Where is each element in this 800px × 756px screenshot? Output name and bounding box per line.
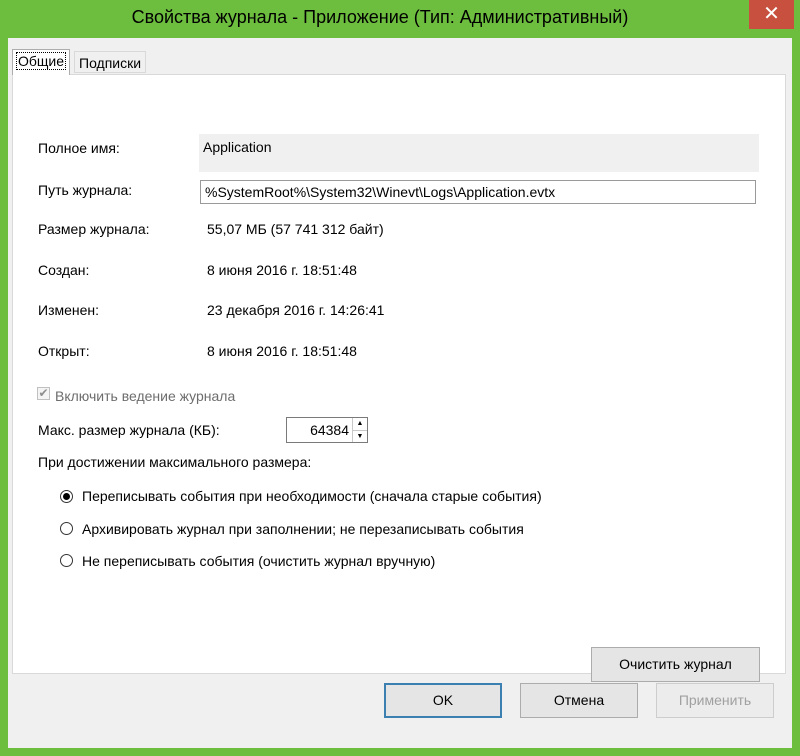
radio-do-not-overwrite[interactable] — [60, 554, 73, 567]
log-path-label: Путь журнала: — [38, 182, 133, 198]
created-label: Создан: — [38, 262, 90, 278]
log-size-label: Размер журнала: — [38, 221, 150, 237]
title-bar[interactable]: Свойства журнала - Приложение (Тип: Адми… — [0, 0, 800, 38]
radio-overwrite[interactable] — [60, 490, 73, 503]
radio-selected-dot — [63, 493, 70, 500]
enable-logging-checkbox[interactable]: ✔ — [37, 387, 50, 400]
spinner-down-icon[interactable]: ▼ — [353, 430, 367, 442]
tab-panel-general: Полное имя: Application Путь журнала: %S… — [12, 74, 786, 682]
full-name-value-box: Application — [199, 134, 759, 172]
opened-value: 8 июня 2016 г. 18:51:48 — [207, 343, 357, 359]
tab-general[interactable]: Общие — [12, 49, 71, 75]
window-title: Свойства журнала - Приложение (Тип: Адми… — [131, 7, 629, 27]
radio-overwrite-label[interactable]: Переписывать события при необходимости (… — [82, 488, 542, 504]
max-size-value: 64384 — [310, 422, 349, 438]
spinner-up-icon[interactable]: ▲ — [353, 418, 367, 430]
tab-subscriptions[interactable]: Подписки — [74, 51, 147, 73]
clear-log-button[interactable]: Очистить журнал — [591, 647, 760, 682]
enable-logging-label: Включить ведение журнала — [55, 388, 236, 404]
modified-value: 23 декабря 2016 г. 14:26:41 — [207, 302, 385, 318]
checkmark-icon: ✔ — [38, 386, 49, 400]
spinner-arrows: ▲ ▼ — [352, 418, 367, 442]
radio-do-not-overwrite-label[interactable]: Не переписывать события (очистить журнал… — [82, 553, 435, 569]
apply-button[interactable]: Применить — [656, 683, 774, 718]
created-value: 8 июня 2016 г. 18:51:48 — [207, 262, 357, 278]
log-path-field[interactable]: %SystemRoot%\System32\Winevt\Logs\Applic… — [200, 180, 756, 204]
close-button[interactable]: ✕ — [749, 0, 794, 29]
full-name-value: Application — [203, 139, 272, 155]
cancel-button[interactable]: Отмена — [520, 683, 638, 718]
log-size-value: 55,07 МБ (57 741 312 байт) — [207, 221, 384, 237]
max-size-spinner[interactable]: 64384 ▲ ▼ — [286, 417, 368, 443]
tab-general-label: Общие — [15, 52, 67, 70]
log-path-value: %SystemRoot%\System32\Winevt\Logs\Applic… — [205, 184, 556, 200]
full-name-label: Полное имя: — [38, 140, 120, 156]
dialog-client-area: Общие Подписки Полное имя: Application П… — [8, 38, 792, 748]
modified-label: Изменен: — [38, 302, 100, 318]
max-size-label: Макс. размер журнала (КБ): — [38, 422, 220, 438]
radio-archive-label[interactable]: Архивировать журнал при заполнении; не п… — [82, 521, 524, 537]
opened-label: Открыт: — [38, 343, 90, 359]
radio-archive[interactable] — [60, 522, 73, 535]
close-icon: ✕ — [763, 3, 780, 25]
on-max-size-label: При достижении максимального размера: — [38, 454, 312, 470]
tab-subscriptions-label: Подписки — [79, 55, 142, 71]
ok-button[interactable]: OK — [384, 683, 502, 718]
dialog-window: Свойства журнала - Приложение (Тип: Адми… — [0, 0, 800, 756]
